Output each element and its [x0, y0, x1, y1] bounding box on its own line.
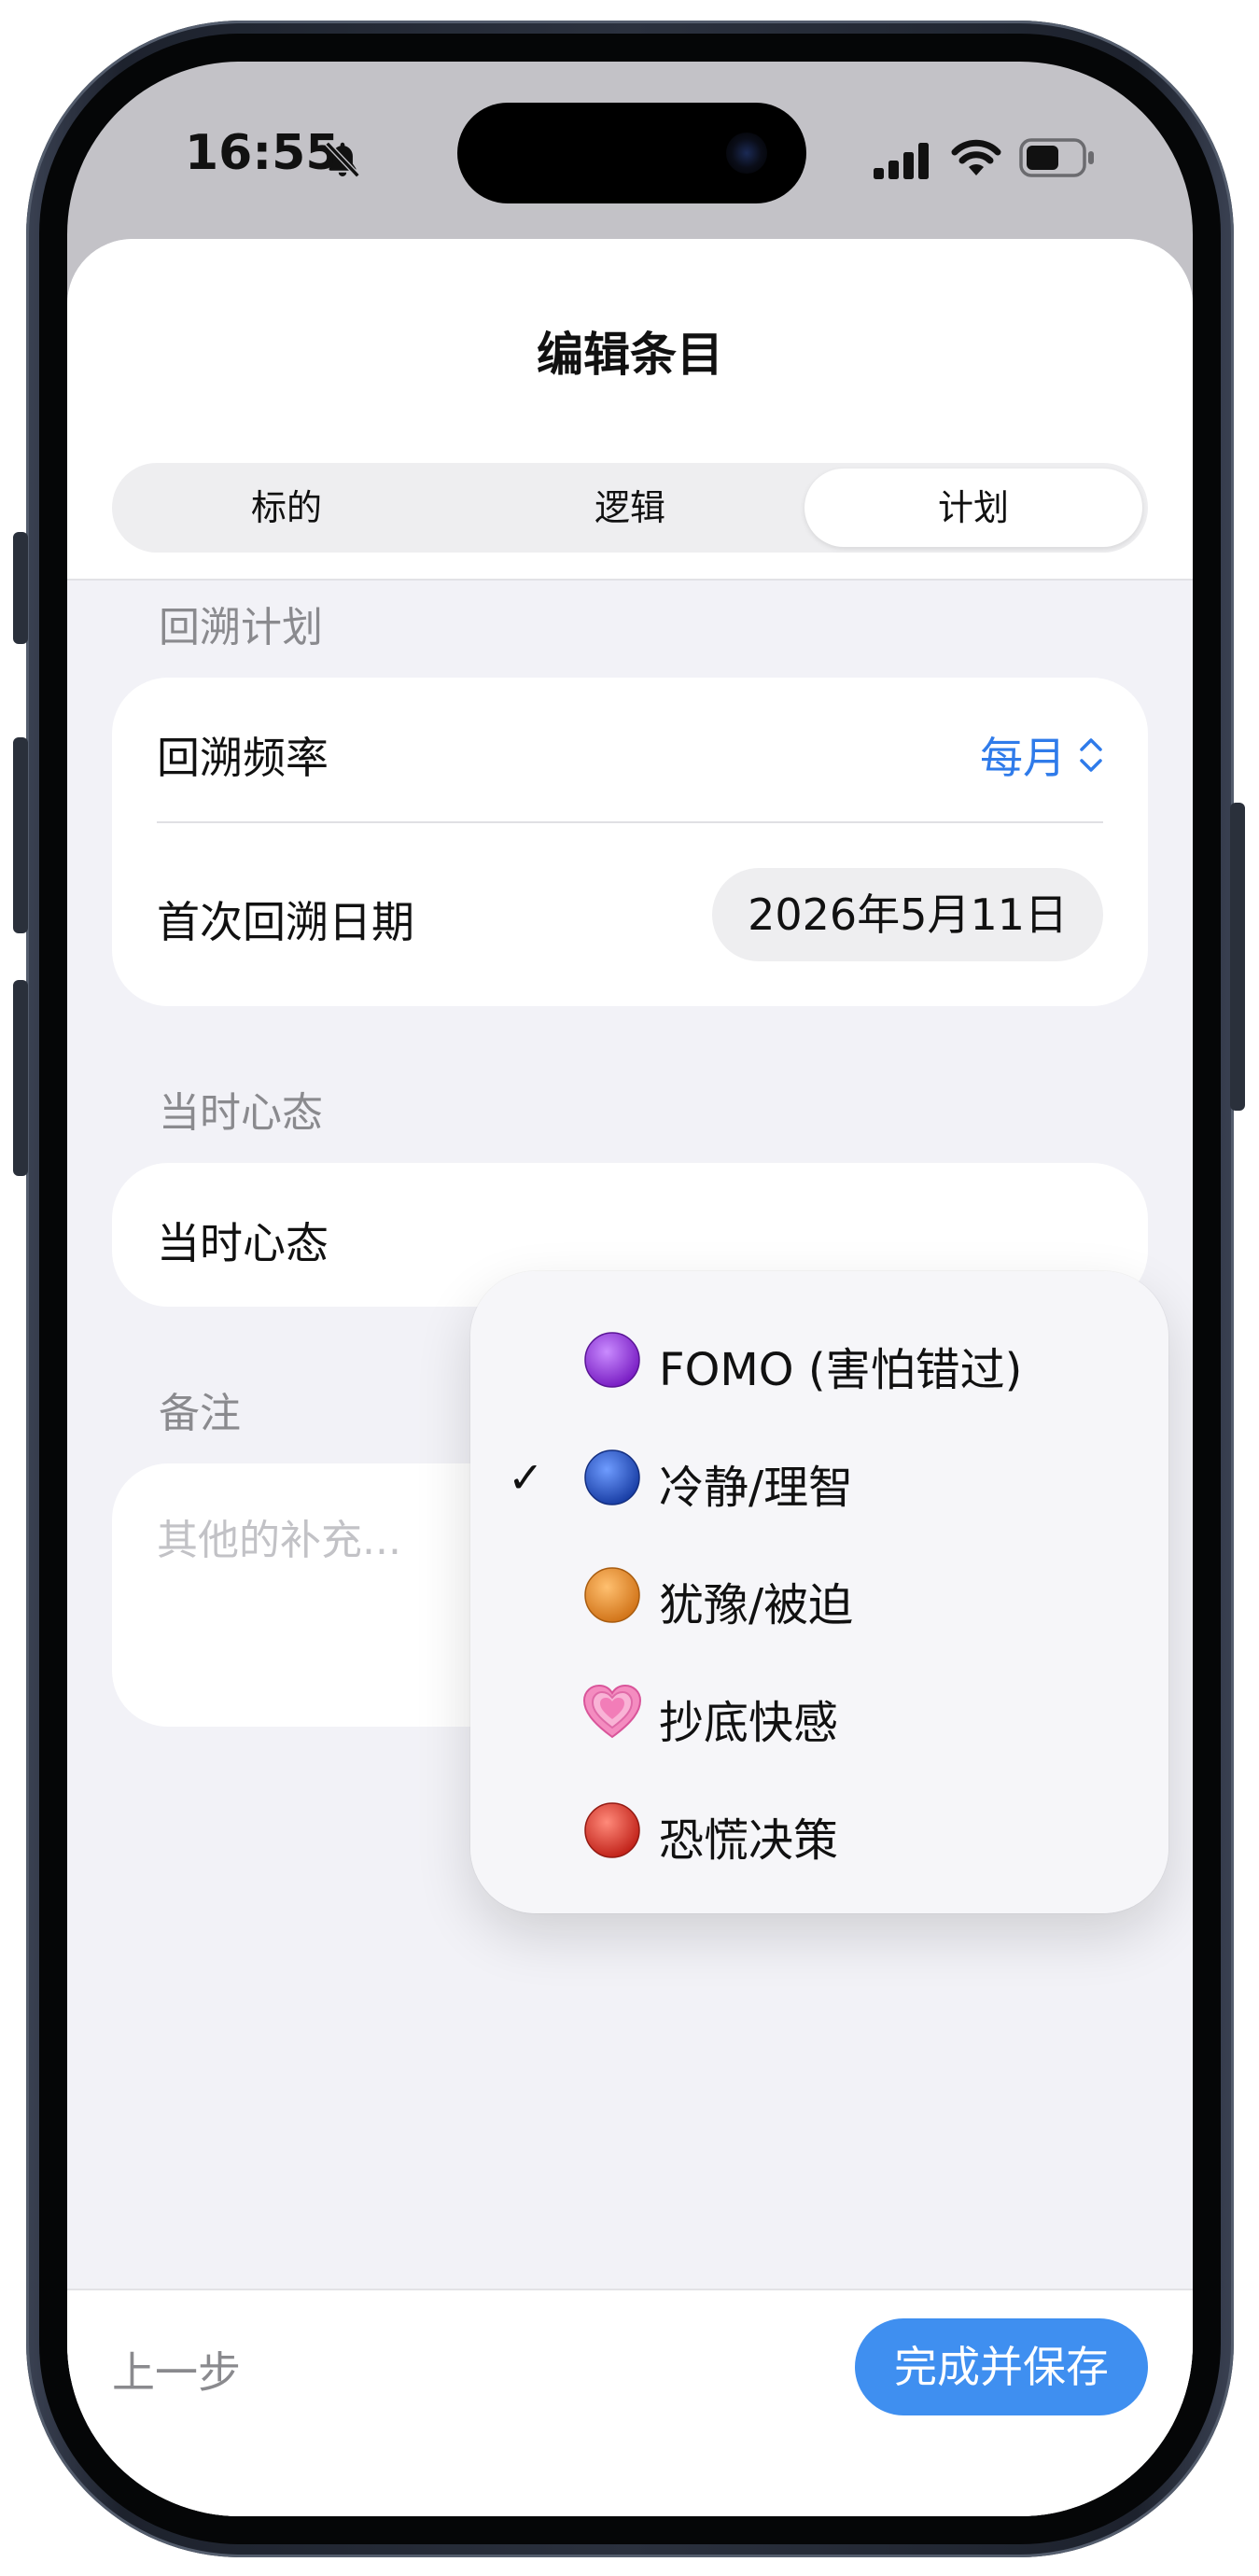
growing-heart-icon: [582, 1684, 642, 1739]
section-title-notes: 备注: [159, 1390, 241, 1437]
bottom-bar: 上一步 完成并保存: [67, 2289, 1193, 2516]
menu-item-label: 恐慌决策: [659, 1814, 839, 1867]
menu-item-fomo[interactable]: FOMO (害怕错过): [470, 1301, 1168, 1419]
red-circle-icon: [584, 1802, 640, 1858]
menu-item-label: 犹豫/被迫: [659, 1579, 854, 1631]
cellular-signal-icon: [874, 143, 929, 179]
menu-item-bottom-fishing[interactable]: 抄底快感: [470, 1654, 1168, 1771]
frequency-picker[interactable]: 每月: [980, 724, 1103, 786]
status-time: 16:55: [185, 125, 340, 181]
segmented-tabs: 标的 逻辑 计划: [112, 463, 1148, 553]
battery-icon: [1019, 138, 1094, 177]
orange-circle-icon: [584, 1567, 640, 1623]
volume-down-button: [13, 980, 28, 1176]
purple-circle-icon: [584, 1332, 640, 1388]
camera-icon: [726, 133, 767, 174]
chevron-up-down-icon: [1080, 738, 1102, 772]
section-title-mindset: 当时心态: [159, 1089, 323, 1137]
row-divider: [157, 821, 1103, 823]
menu-item-panic[interactable]: 恐慌决策: [470, 1771, 1168, 1889]
menu-item-calm[interactable]: ✓ 冷静/理智: [470, 1419, 1168, 1536]
menu-item-label: 抄底快感: [659, 1697, 839, 1749]
action-button: [13, 532, 28, 644]
screen: 16:55 编辑条目 标的 逻辑 计划 回溯计划 回溯频率 每月 首次回溯日期 …: [67, 62, 1193, 2516]
section-title-review-plan: 回溯计划: [159, 604, 323, 651]
tab-logic[interactable]: 逻辑: [461, 469, 799, 547]
frequency-label: 回溯频率: [157, 733, 329, 783]
tab-target[interactable]: 标的: [118, 469, 455, 547]
blue-circle-icon: [584, 1449, 640, 1505]
sheet-header: 编辑条目 标的 逻辑 计划: [67, 239, 1193, 581]
back-button[interactable]: 上一步: [112, 2339, 241, 2401]
menu-item-hesitant[interactable]: 犹豫/被迫: [470, 1536, 1168, 1654]
checkmark-icon: ✓: [508, 1452, 544, 1503]
power-button: [1230, 803, 1245, 1111]
first-date-label: 首次回溯日期: [157, 897, 414, 947]
sheet-title: 编辑条目: [537, 328, 723, 382]
first-date-picker[interactable]: 2026年5月11日: [712, 868, 1103, 961]
menu-item-label: FOMO (害怕错过): [659, 1344, 1023, 1396]
mindset-menu: FOMO (害怕错过) ✓ 冷静/理智 犹豫/被迫 抄底快感 恐慌决策: [470, 1271, 1168, 1913]
wifi-icon: [951, 139, 1001, 175]
notes-placeholder: 其他的补充...: [157, 1517, 401, 1564]
bell-slash-icon: [325, 141, 360, 178]
menu-item-label: 冷静/理智: [659, 1462, 854, 1514]
save-button[interactable]: 完成并保存: [855, 2318, 1148, 2415]
dynamic-island: [457, 103, 806, 203]
mindset-label: 当时心态: [157, 1218, 329, 1268]
frequency-value: 每月: [980, 733, 1066, 783]
review-plan-card: 回溯频率 每月 首次回溯日期 2026年5月11日: [112, 678, 1148, 1006]
tab-plan[interactable]: 计划: [804, 469, 1142, 547]
volume-up-button: [13, 737, 28, 933]
